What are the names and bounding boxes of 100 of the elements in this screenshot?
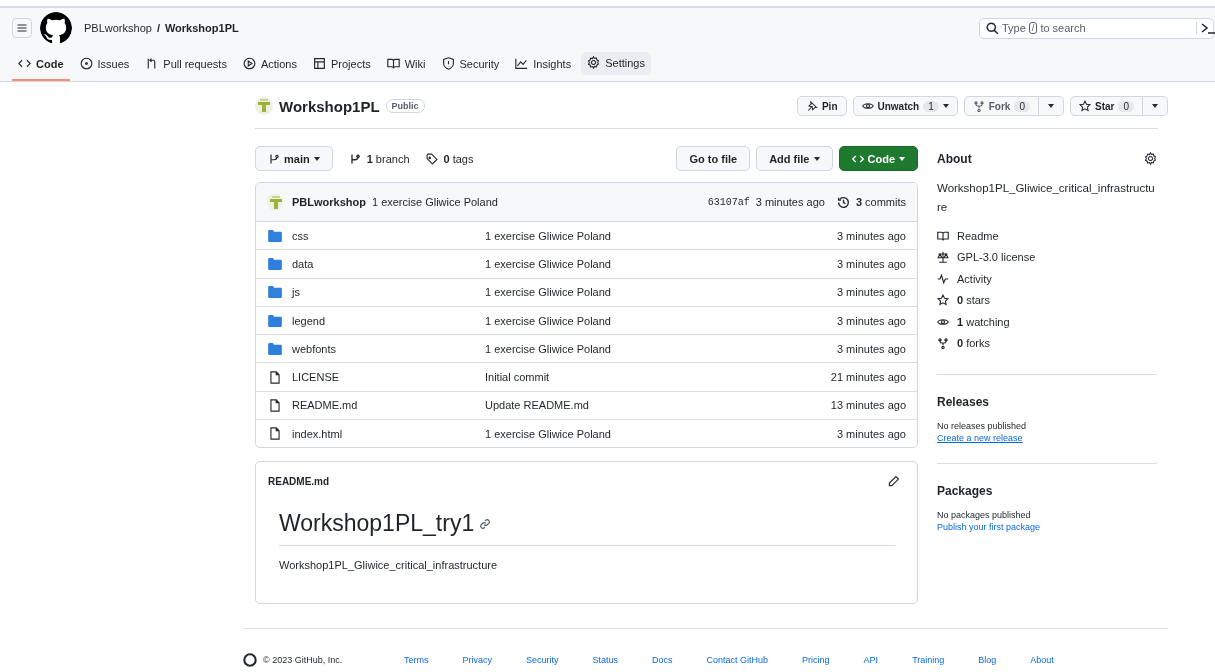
footer-link[interactable]: API bbox=[863, 655, 879, 666]
owner-link[interactable]: PBLworkshop bbox=[84, 22, 152, 34]
commits-link[interactable]: 3 commits bbox=[855, 196, 906, 208]
stars-link[interactable]: 0 stars bbox=[957, 294, 991, 307]
repo-tab[interactable]: Wiki bbox=[380, 48, 432, 81]
folder-icon bbox=[268, 257, 282, 270]
repo-tab[interactable]: Insights bbox=[509, 48, 578, 81]
footer-link[interactable]: Terms bbox=[404, 655, 429, 666]
pulse-icon bbox=[937, 272, 949, 285]
branch-icon bbox=[348, 152, 361, 165]
branch-icon bbox=[268, 152, 280, 165]
activity-link[interactable]: Activity bbox=[957, 272, 992, 285]
file-name[interactable]: README.md bbox=[292, 399, 485, 412]
readme-heading: Workshop1PL_try1 bbox=[279, 510, 475, 538]
star-icon bbox=[937, 294, 949, 307]
repo-tab[interactable]: Projects bbox=[306, 48, 377, 81]
pencil-icon[interactable] bbox=[887, 475, 900, 489]
commit-message[interactable]: 1 exercise Gliwice Poland bbox=[485, 229, 837, 242]
footer-link[interactable]: Privacy bbox=[462, 655, 492, 666]
avatar-icon bbox=[255, 97, 273, 115]
branches-link[interactable]: 1 branch bbox=[366, 152, 410, 165]
add-file-button[interactable]: Add file bbox=[756, 146, 833, 171]
gear-icon bbox=[587, 56, 601, 69]
octocat-logo-icon[interactable] bbox=[40, 12, 72, 44]
file-name[interactable]: index.html bbox=[292, 427, 485, 440]
file-icon bbox=[268, 427, 282, 441]
repo-link[interactable]: Workshop1PL bbox=[164, 22, 239, 34]
commit-time: 3 minutes ago bbox=[836, 229, 906, 242]
commit-message[interactable]: 1 exercise Gliwice Poland bbox=[485, 257, 837, 270]
play-icon bbox=[242, 57, 256, 70]
fork-button[interactable]: Fork 0 bbox=[963, 96, 1039, 116]
commit-message[interactable]: 1 exercise Gliwice Poland bbox=[485, 314, 837, 327]
file-name[interactable]: LICENSE bbox=[292, 371, 485, 384]
go-to-file-button[interactable]: Go to file bbox=[676, 146, 751, 171]
folder-icon bbox=[268, 314, 282, 327]
repo-title: Workshop1PL bbox=[279, 97, 380, 115]
readme-text: Workshop1PL_Gliwice_critical_infrastructure bbox=[279, 559, 499, 572]
file-name[interactable]: data bbox=[292, 257, 485, 270]
file-name[interactable]: webfonts bbox=[292, 342, 485, 355]
commit-message[interactable]: 1 exercise Gliwice Poland bbox=[485, 427, 837, 440]
commit-message[interactable]: 1 exercise Gliwice Poland bbox=[485, 286, 837, 299]
fork-count: 0 bbox=[1014, 100, 1030, 112]
search-field[interactable]: Type / to search bbox=[979, 17, 1214, 39]
create-release-link[interactable]: Create a new release bbox=[937, 433, 1157, 443]
readme-link[interactable]: Readme bbox=[957, 229, 999, 242]
repo-tab[interactable]: Settings bbox=[581, 52, 651, 75]
repo-description: Workshop1PL_Gliwice_critical_infrastructure bbox=[937, 181, 1156, 215]
caret-icon bbox=[899, 156, 905, 161]
file-name[interactable]: js bbox=[292, 286, 485, 299]
file-icon bbox=[268, 398, 282, 412]
branch-select-button[interactable]: main bbox=[255, 146, 333, 171]
commit-message[interactable]: Update README.md bbox=[485, 399, 831, 412]
repo-tab[interactable]: Issues bbox=[73, 48, 136, 81]
search-placeholder: Type bbox=[1002, 22, 1026, 34]
search-icon bbox=[986, 21, 999, 35]
fork-menu-button[interactable] bbox=[1039, 96, 1064, 116]
forks-link[interactable]: 0 forks bbox=[957, 337, 991, 350]
terminal-icon[interactable] bbox=[1201, 22, 1215, 34]
menu-button[interactable] bbox=[12, 18, 32, 38]
watch-count: 1 bbox=[923, 100, 939, 112]
commit-author[interactable]: PBLworkshop bbox=[292, 196, 366, 208]
commit-hash[interactable]: 63107af bbox=[707, 196, 750, 208]
footer-link[interactable]: Docs bbox=[652, 655, 673, 666]
footer-link[interactable]: Contact GitHub bbox=[706, 655, 769, 666]
commit-message[interactable]: 1 exercise Gliwice Poland bbox=[485, 342, 837, 355]
repo-tab[interactable]: Actions bbox=[236, 48, 303, 81]
footer-link[interactable]: Blog bbox=[978, 655, 997, 666]
commit-message[interactable]: Initial commit bbox=[485, 371, 831, 384]
file-name[interactable]: css bbox=[292, 229, 485, 242]
shortcut-key: / bbox=[1028, 22, 1038, 34]
issue-icon bbox=[79, 57, 93, 70]
publish-package-link[interactable]: Publish your first package bbox=[937, 522, 1157, 532]
path-separator: / bbox=[156, 22, 160, 34]
footer-link[interactable]: Security bbox=[526, 655, 559, 666]
settings-icon[interactable] bbox=[1144, 152, 1157, 165]
footer-link[interactable]: About bbox=[1030, 655, 1054, 666]
link-icon[interactable] bbox=[479, 517, 492, 530]
code-button[interactable]: Code bbox=[838, 146, 918, 171]
file-name[interactable]: legend bbox=[292, 314, 485, 327]
repo-tab[interactable]: Code bbox=[12, 48, 70, 81]
footer-link[interactable]: Status bbox=[592, 655, 619, 666]
book-icon bbox=[937, 229, 949, 242]
star-button[interactable]: Star 0 bbox=[1070, 96, 1143, 116]
star-menu-button[interactable] bbox=[1143, 96, 1168, 116]
pin-button[interactable]: Pin bbox=[796, 96, 847, 116]
tags-link[interactable]: 0 tags bbox=[443, 152, 474, 165]
shield-icon bbox=[441, 57, 455, 70]
unwatch-button[interactable]: Unwatch 1 bbox=[852, 96, 958, 116]
watchers-link[interactable]: 1 watching bbox=[957, 315, 1010, 328]
repo-tab[interactable]: Security bbox=[435, 48, 506, 81]
footer-link[interactable]: Pricing bbox=[802, 655, 830, 666]
about-heading: About bbox=[937, 151, 972, 166]
commit-message[interactable]: 1 exercise Gliwice Poland bbox=[371, 196, 498, 208]
caret-icon bbox=[942, 104, 949, 108]
menu-icon bbox=[16, 22, 28, 34]
footer-link[interactable]: Training bbox=[912, 655, 945, 666]
packages-heading: Packages bbox=[937, 484, 994, 498]
star-count: 0 bbox=[1118, 100, 1134, 112]
repo-tab[interactable]: Pull requests bbox=[139, 48, 233, 81]
license-link[interactable]: GPL-3.0 license bbox=[957, 251, 1036, 264]
